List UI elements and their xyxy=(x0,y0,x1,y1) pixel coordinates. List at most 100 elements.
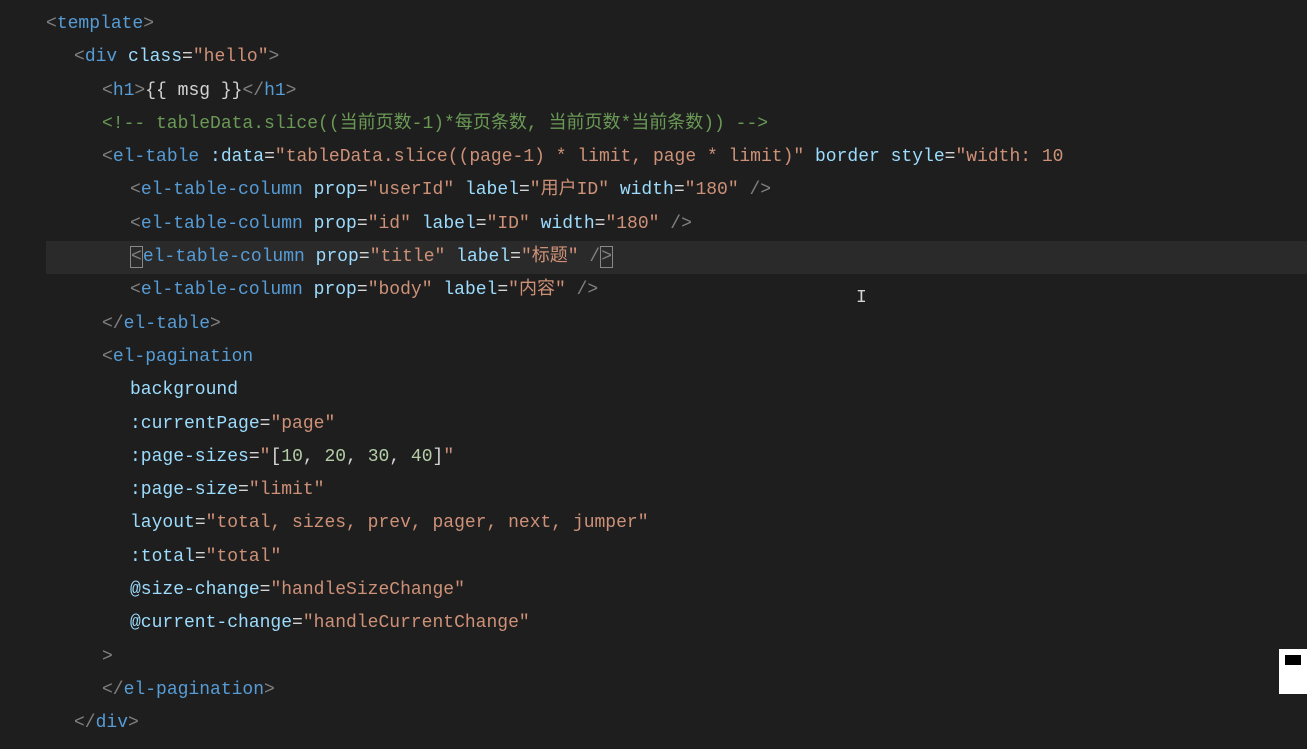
bracket: > xyxy=(264,680,275,700)
attr: :total xyxy=(130,547,195,567)
bracket-match: > xyxy=(600,246,613,268)
tag: el-table-column xyxy=(141,280,303,300)
attr: label xyxy=(456,247,510,267)
code-line[interactable]: <h1>{{ msg }}</h1> xyxy=(46,75,1307,108)
code-line[interactable]: </div> xyxy=(46,707,1307,740)
bracket: < xyxy=(46,14,57,34)
code-line[interactable]: <el-table-column prop="body" label="内容" … xyxy=(46,274,1307,307)
attr: :page-size xyxy=(130,480,238,500)
comment: <!-- tableData.slice((当前页数-1)*每页条数, 当前页数… xyxy=(102,114,768,134)
tag: el-table xyxy=(113,147,199,167)
bracket: / xyxy=(589,247,600,267)
string: "用户ID" xyxy=(530,180,609,200)
string: "hello" xyxy=(193,47,269,67)
attr: :page-sizes xyxy=(130,447,249,467)
attr: width xyxy=(541,214,595,234)
attr: layout xyxy=(130,513,195,533)
attr: :data xyxy=(210,147,264,167)
number: 40 xyxy=(411,447,433,467)
code-line[interactable]: @current-change="handleCurrentChange" xyxy=(46,607,1307,640)
bracket: </ xyxy=(102,680,124,700)
code-line[interactable]: <!-- tableData.slice((当前页数-1)*每页条数, 当前页数… xyxy=(46,108,1307,141)
attr: class xyxy=(128,47,182,67)
code-line[interactable]: </el-table> xyxy=(46,308,1307,341)
string: "180" xyxy=(605,214,659,234)
tag: el-table-column xyxy=(143,247,305,267)
code-line[interactable]: :currentPage="page" xyxy=(46,408,1307,441)
attr: border xyxy=(815,147,880,167)
code-line[interactable]: <el-table-column prop="id" label="ID" wi… xyxy=(46,208,1307,241)
bracket: /> xyxy=(577,280,599,300)
tag: el-pagination xyxy=(124,680,264,700)
eq: = xyxy=(182,47,193,67)
code-line[interactable]: :page-size="limit" xyxy=(46,474,1307,507)
attr: prop xyxy=(316,247,359,267)
bracket: </ xyxy=(102,314,124,334)
bracket: > xyxy=(269,47,280,67)
attr: @current-change xyxy=(130,613,292,633)
code-line[interactable]: @size-change="handleSizeChange" xyxy=(46,574,1307,607)
tag: el-pagination xyxy=(113,347,253,367)
attr: prop xyxy=(314,180,357,200)
string: "page" xyxy=(270,414,335,434)
string: "handleCurrentChange" xyxy=(303,613,530,633)
string: "ID" xyxy=(487,214,530,234)
tag: el-table-column xyxy=(141,180,303,200)
code-line[interactable]: <div class="hello"> xyxy=(46,41,1307,74)
code-editor[interactable]: <template> <div class="hello"> <h1>{{ ms… xyxy=(0,8,1307,741)
string: "id" xyxy=(368,214,411,234)
string: "body" xyxy=(368,280,433,300)
bracket: > xyxy=(210,314,221,334)
qr-code-icon xyxy=(1279,649,1307,694)
tag: el-table-column xyxy=(141,214,303,234)
quote: " xyxy=(443,447,454,467)
code-line[interactable]: </el-pagination> xyxy=(46,674,1307,707)
attr: prop xyxy=(314,214,357,234)
number: 20 xyxy=(324,447,346,467)
quote: " xyxy=(260,447,271,467)
bracket: /> xyxy=(749,180,771,200)
bracket: </ xyxy=(74,713,96,733)
bracket: < xyxy=(102,147,113,167)
string: "handleSizeChange" xyxy=(270,580,464,600)
attr: width xyxy=(620,180,674,200)
code-line[interactable]: <el-table :data="tableData.slice((page-1… xyxy=(46,141,1307,174)
bracket: < xyxy=(130,214,141,234)
string: "total, sizes, prev, pager, next, jumper… xyxy=(206,513,649,533)
code-line[interactable]: <el-table-column prop="userId" label="用户… xyxy=(46,174,1307,207)
string: "tableData.slice((page-1) * limit, page … xyxy=(275,147,804,167)
bracket: /> xyxy=(670,214,692,234)
code-line[interactable]: <el-pagination xyxy=(46,341,1307,374)
attr: @size-change xyxy=(130,580,260,600)
string: "userId" xyxy=(368,180,454,200)
tag: h1 xyxy=(264,81,286,101)
bracket: > xyxy=(128,713,139,733)
tag: h1 xyxy=(113,81,135,101)
attr: :currentPage xyxy=(130,414,260,434)
bracket: > xyxy=(134,81,145,101)
code-line[interactable]: <template> xyxy=(46,8,1307,41)
tag: el-table xyxy=(124,314,210,334)
bracket: > xyxy=(102,647,113,667)
attr: background xyxy=(130,380,238,400)
attr: prop xyxy=(314,280,357,300)
bracket: < xyxy=(74,47,85,67)
bracket-match: < xyxy=(130,246,143,268)
code-line-current[interactable]: <el-table-column prop="title" label="标题"… xyxy=(46,241,1307,274)
code-line[interactable]: > xyxy=(46,641,1307,674)
code-line[interactable]: background xyxy=(46,374,1307,407)
attr: label xyxy=(465,180,519,200)
code-line[interactable]: layout="total, sizes, prev, pager, next,… xyxy=(46,507,1307,540)
bracket: < xyxy=(102,81,113,101)
attr: label xyxy=(422,214,476,234)
string: "title" xyxy=(370,247,446,267)
string: "180" xyxy=(685,180,739,200)
code-line[interactable]: :total="total" xyxy=(46,541,1307,574)
number: 30 xyxy=(368,447,390,467)
bracket: < xyxy=(102,347,113,367)
attr: style xyxy=(891,147,945,167)
string: "total" xyxy=(206,547,282,567)
code-line[interactable]: :page-sizes="[10, 20, 30, 40]" xyxy=(46,441,1307,474)
tag: div xyxy=(96,713,128,733)
bracket: </ xyxy=(242,81,264,101)
